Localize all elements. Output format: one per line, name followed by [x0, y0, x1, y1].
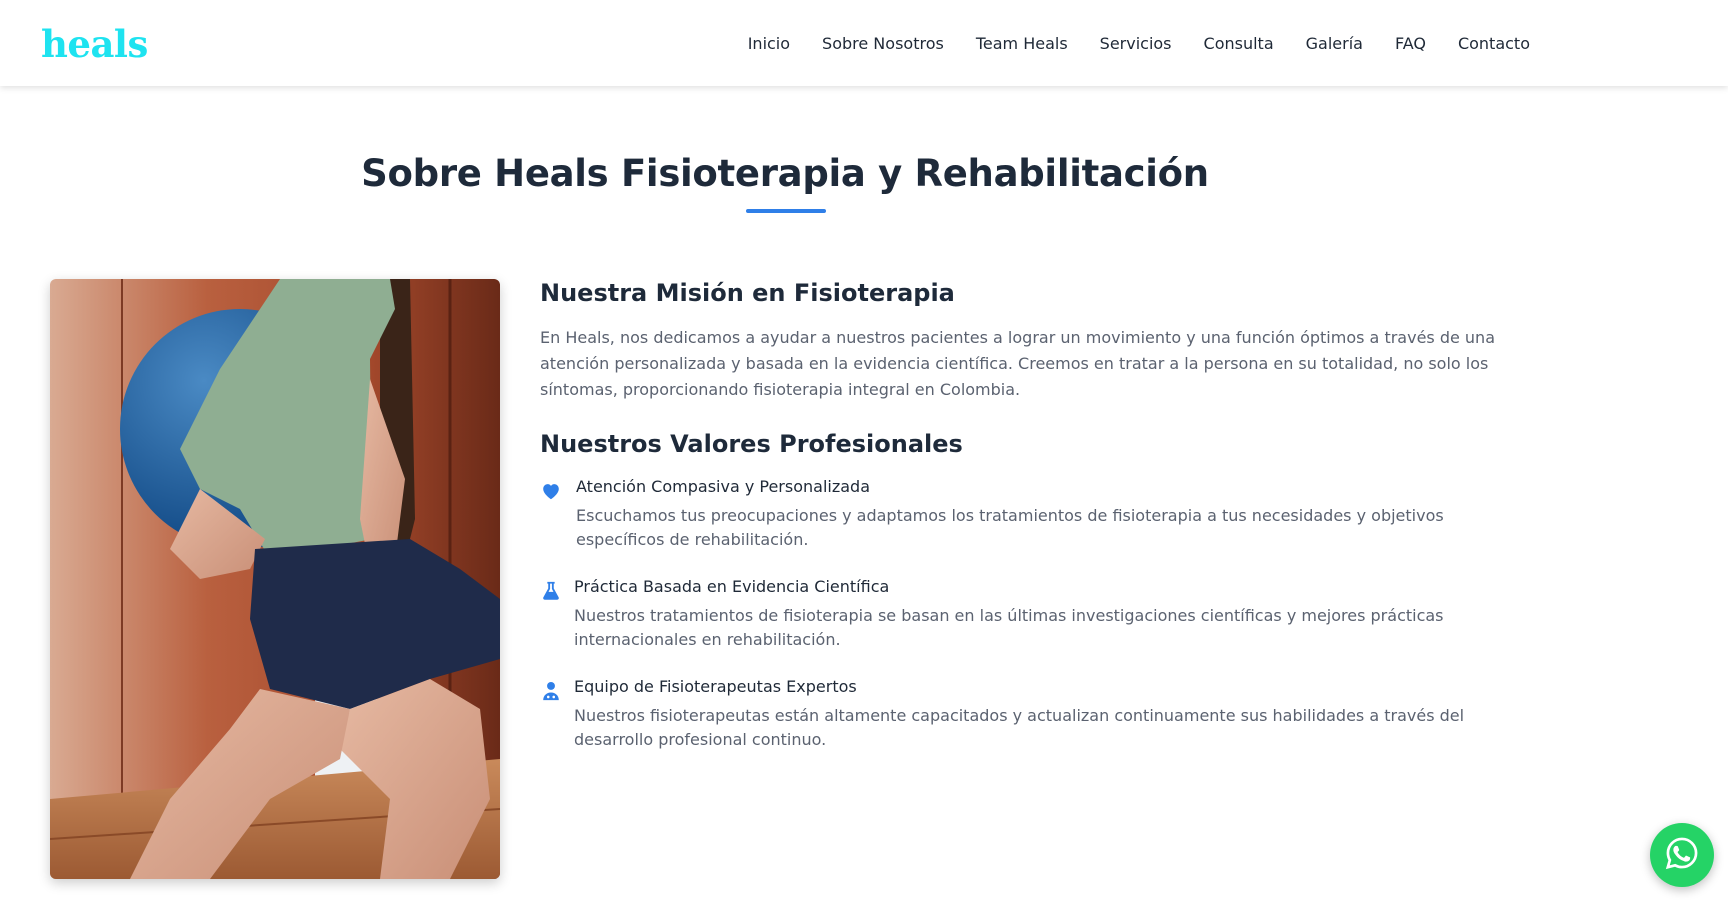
mission-text: En Heals, nos dedicamos a ayudar a nuest…: [540, 328, 1495, 399]
value-title: Práctica Basada en Evidencia Científica: [574, 577, 890, 596]
nav-link-servicios[interactable]: Servicios: [1100, 34, 1172, 53]
value-desc: Nuestros fisioterapeutas están altamente…: [574, 706, 1465, 749]
nav-link-galeria[interactable]: Galería: [1306, 34, 1363, 53]
section-title: Sobre Heals Fisioterapia y Rehabilitació…: [361, 152, 1209, 195]
heart-icon: [540, 480, 562, 502]
nav-link-faq[interactable]: FAQ: [1395, 34, 1426, 53]
nav-link-inicio[interactable]: Inicio: [748, 34, 790, 53]
top-navbar: heals Inicio Sobre Nosotros Team Heals S…: [0, 0, 1728, 86]
mission-heading: Nuestra Misión en Fisioterapia: [540, 279, 955, 307]
doctor-icon: [540, 680, 562, 702]
nav-link-contacto[interactable]: Contacto: [1458, 34, 1530, 53]
heals-logo[interactable]: heals: [41, 22, 148, 66]
whatsapp-button[interactable]: [1650, 823, 1714, 887]
flask-icon: [540, 580, 562, 602]
physiotherapy-photo: [50, 279, 500, 879]
value-title: Atención Compasiva y Personalizada: [576, 477, 871, 496]
title-underline: [746, 209, 826, 213]
value-title: Equipo de Fisioterapeutas Expertos: [574, 677, 857, 696]
nav-link-sobre-nosotros[interactable]: Sobre Nosotros: [822, 34, 944, 53]
value-desc: Escuchamos tus preocupaciones y adaptamo…: [576, 506, 1444, 549]
values-heading: Nuestros Valores Profesionales: [540, 430, 963, 458]
value-desc: Nuestros tratamientos de fisioterapia se…: [574, 606, 1444, 649]
nav-link-team-heals[interactable]: Team Heals: [976, 34, 1068, 53]
main-nav: Inicio Sobre Nosotros Team Heals Servici…: [748, 0, 1530, 86]
nav-link-consulta[interactable]: Consulta: [1204, 34, 1274, 53]
whatsapp-icon: [1664, 835, 1700, 875]
